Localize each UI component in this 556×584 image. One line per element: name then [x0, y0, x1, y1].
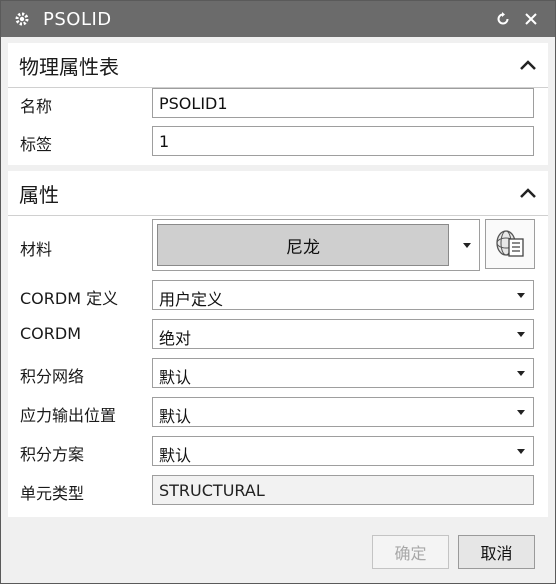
material-row: 材料 尼龙 [8, 219, 548, 273]
psolid-dialog: PSOLID 物理属性表 名称 PSOLID1 标签 1 属性 材料 尼龙 CO… [0, 0, 556, 584]
integration-scheme-label: 积分方案 [20, 445, 85, 464]
cordm-label: CORDM [20, 324, 82, 343]
reset-icon[interactable] [493, 9, 513, 29]
cordm-def-row: CORDM 定义 用户定义 [8, 279, 548, 313]
element-type-row: 单元类型 STRUCTURAL [8, 474, 548, 508]
material-select[interactable]: 尼龙 [152, 219, 480, 271]
material-value: 尼龙 [157, 224, 449, 266]
element-type-field: STRUCTURAL [152, 475, 534, 505]
cordm-def-select[interactable]: 用户定义 [152, 280, 534, 310]
collapse-icon[interactable] [518, 55, 538, 75]
gear-icon [11, 8, 33, 30]
material-label: 材料 [20, 240, 53, 259]
window-title: PSOLID [43, 8, 112, 30]
integration-network-label: 积分网络 [20, 367, 85, 386]
chevron-down-icon [517, 332, 525, 337]
material-library-icon [496, 230, 524, 257]
chevron-down-icon [517, 410, 525, 415]
section-header-attributes[interactable]: 属性 [8, 171, 548, 216]
cancel-button[interactable]: 取消 [458, 535, 535, 569]
element-type-label: 单元类型 [20, 484, 85, 503]
collapse-icon[interactable] [518, 183, 538, 203]
chevron-down-icon [463, 243, 471, 248]
chevron-down-icon [517, 449, 525, 454]
cordm-row: CORDM 绝对 [8, 318, 548, 352]
stress-output-row: 应力输出位置 默认 [8, 396, 548, 430]
integration-network-select[interactable]: 默认 [152, 358, 534, 388]
section-header-physical[interactable]: 物理属性表 [8, 43, 548, 88]
cordm-value: 绝对 [159, 329, 192, 348]
stress-output-select[interactable]: 默认 [152, 397, 534, 427]
tag-label: 标签 [20, 135, 53, 154]
name-label: 名称 [20, 97, 53, 116]
integration-network-row: 积分网络 默认 [8, 357, 548, 391]
chevron-down-icon [517, 293, 525, 298]
stress-output-value: 默认 [159, 407, 192, 426]
section-title: 属性 [19, 182, 59, 207]
name-field[interactable]: PSOLID1 [152, 88, 534, 118]
physical-property-section: 物理属性表 名称 PSOLID1 标签 1 [8, 43, 548, 165]
cordm-select[interactable]: 绝对 [152, 319, 534, 349]
title-bar[interactable]: PSOLID [1, 1, 555, 37]
chevron-down-icon [517, 371, 525, 376]
attributes-section: 属性 材料 尼龙 CORDM 定义 用户定义 CORDM 绝对 积分网络 默认 … [8, 171, 548, 517]
ok-button[interactable]: 确定 [372, 535, 449, 569]
close-icon[interactable] [521, 9, 541, 29]
integration-scheme-row: 积分方案 默认 [8, 435, 548, 469]
tag-row: 标签 1 [8, 125, 548, 159]
cordm-def-value: 用户定义 [159, 290, 224, 309]
tag-field[interactable]: 1 [152, 126, 534, 156]
integration-network-value: 默认 [159, 368, 192, 387]
integration-scheme-value: 默认 [159, 446, 192, 465]
stress-output-label: 应力输出位置 [20, 406, 117, 425]
section-title: 物理属性表 [19, 54, 119, 79]
material-library-button[interactable] [485, 219, 535, 269]
name-row: 名称 PSOLID1 [8, 87, 548, 121]
integration-scheme-select[interactable]: 默认 [152, 436, 534, 466]
cordm-def-label: CORDM 定义 [20, 289, 119, 308]
